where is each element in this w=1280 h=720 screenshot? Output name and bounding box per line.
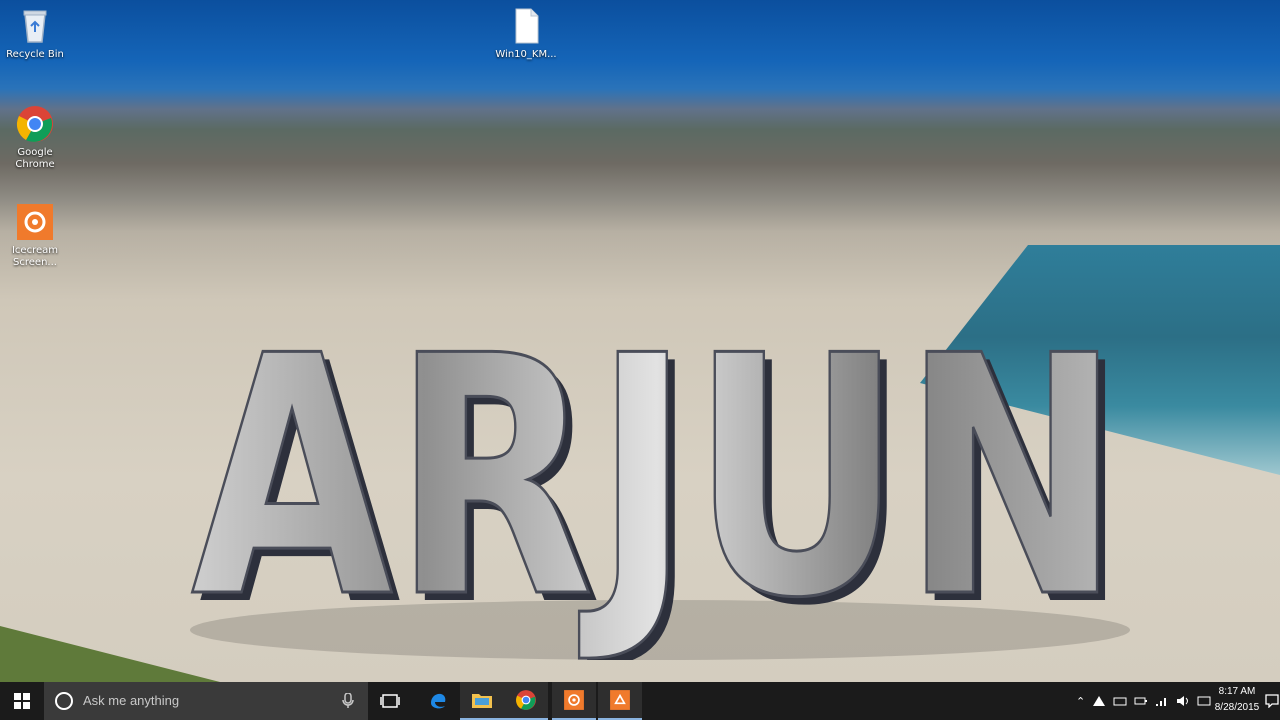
- task-view-button[interactable]: [368, 682, 412, 720]
- recycle-bin-icon: [15, 6, 55, 46]
- start-button[interactable]: [0, 682, 44, 720]
- volume-icon[interactable]: [1176, 695, 1190, 707]
- taskbar-file-explorer[interactable]: [460, 682, 504, 720]
- cortana-icon: [55, 692, 73, 710]
- desktop-icon-label: Win10_KM...: [495, 49, 557, 60]
- desktop-icon-label: Recycle Bin: [6, 49, 64, 60]
- icecream-icon: [610, 690, 630, 710]
- network-icon[interactable]: [1155, 695, 1169, 707]
- file-explorer-icon: [472, 694, 492, 708]
- windows-logo-icon: [14, 693, 30, 709]
- desktop-icon-icecream[interactable]: Icecream Screen...: [3, 202, 67, 269]
- desktop-icon-google-chrome[interactable]: Google Chrome: [3, 104, 67, 171]
- file-icon: [506, 6, 546, 46]
- chrome-icon: [15, 104, 55, 144]
- desktop-icon-label: Icecream Screen...: [11, 245, 58, 268]
- battery-icon[interactable]: [1134, 695, 1148, 707]
- icecream-icon: [15, 202, 55, 242]
- wallpaper-3d-text-face: ARJUN: [191, 286, 1121, 660]
- taskbar-clock[interactable]: 8:17 AM 8/28/2015: [1210, 684, 1264, 716]
- tray-app-icon[interactable]: [1092, 695, 1106, 707]
- taskbar-chrome[interactable]: [504, 682, 548, 720]
- search-placeholder: Ask me anything: [83, 693, 180, 708]
- task-view-icon: [380, 694, 400, 708]
- desktop-icon-win10-file[interactable]: Win10_KM...: [494, 6, 558, 61]
- taskbar-icecream-1[interactable]: [552, 682, 596, 720]
- clock-time: 8:17 AM: [1218, 686, 1256, 697]
- desktop: ARJUN ARJUN Recycle Bin Win10_KM... Goog…: [0, 0, 1280, 682]
- cortana-search-box[interactable]: Ask me anything: [44, 682, 368, 720]
- microphone-icon[interactable]: [342, 693, 354, 709]
- clock-date: 8/28/2015: [1214, 702, 1260, 713]
- taskbar-icecream-2[interactable]: [598, 682, 642, 720]
- chrome-icon: [516, 690, 536, 710]
- taskbar-edge[interactable]: [416, 682, 460, 720]
- desktop-icon-label: Google Chrome: [15, 147, 55, 170]
- wallpaper-3d-text: ARJUN ARJUN: [190, 285, 1130, 660]
- taskbar: Ask me anything ⌃ 8:17 AM 8/28/2015: [0, 682, 1280, 720]
- icecream-icon: [564, 690, 584, 710]
- action-center-button[interactable]: [1264, 682, 1280, 720]
- desktop-icon-recycle-bin[interactable]: Recycle Bin: [3, 6, 67, 61]
- action-center-icon: [1265, 694, 1279, 708]
- show-hidden-icons-chevron-icon[interactable]: ⌃: [1076, 695, 1085, 708]
- tray-sync-icon[interactable]: [1113, 695, 1127, 707]
- system-tray: ⌃: [1076, 682, 1211, 720]
- edge-icon: [431, 693, 446, 709]
